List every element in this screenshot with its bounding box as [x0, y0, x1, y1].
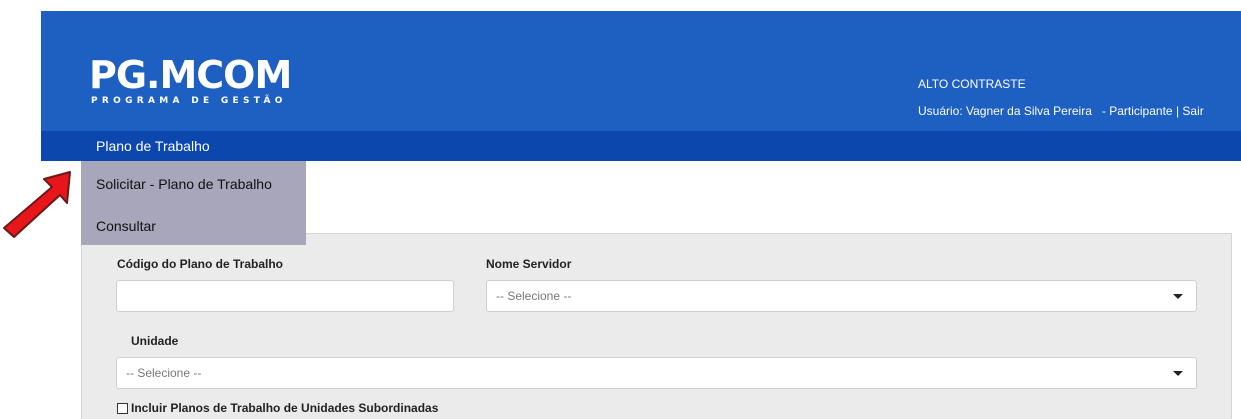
- unidade-label: Unidade: [131, 334, 179, 348]
- codigo-label: Código do Plano de Trabalho: [117, 257, 284, 271]
- menu-item-consultar[interactable]: Consultar: [96, 218, 156, 234]
- red-pointer-arrow-icon: [3, 171, 71, 238]
- caret-down-icon: [1173, 371, 1183, 376]
- user-name: Usuário: Vagner da Silva Pereira: [918, 104, 1092, 118]
- separator: |: [1175, 104, 1180, 118]
- logo-title: PG.MCOM: [89, 53, 292, 97]
- user-role: - Participante: [1101, 104, 1173, 118]
- menu-item-solicitar[interactable]: Solicitar - Plano de Trabalho: [96, 176, 272, 192]
- unidade-select-value: -- Selecione --: [126, 366, 202, 380]
- logo-subtitle: PROGRAMA DE GESTÃO: [91, 96, 287, 106]
- unidade-select[interactable]: -- Selecione --: [116, 357, 1197, 389]
- subordinate-units-option: Incluir Planos de Trabalho de Unidades S…: [117, 401, 438, 415]
- main-nav: Plano de Trabalho: [41, 131, 1241, 161]
- codigo-input[interactable]: [116, 280, 454, 312]
- nav-dropdown-menu: Solicitar - Plano de Trabalho Consultar: [81, 161, 306, 245]
- subordinate-units-label[interactable]: Incluir Planos de Trabalho de Unidades S…: [131, 401, 438, 415]
- caret-down-icon: [1173, 294, 1183, 299]
- servidor-select-value: -- Selecione --: [496, 289, 572, 303]
- logout-link[interactable]: Sair: [1182, 104, 1203, 118]
- app-logo[interactable]: PG.MCOM PROGRAMA DE GESTÃO: [89, 53, 292, 107]
- servidor-label: Nome Servidor: [486, 257, 572, 271]
- subordinate-units-checkbox[interactable]: [117, 402, 128, 414]
- user-info: Usuário: Vagner da Silva Pereira - Parti…: [918, 104, 1204, 118]
- servidor-select[interactable]: -- Selecione --: [486, 280, 1197, 312]
- high-contrast-link[interactable]: ALTO CONTRASTE: [918, 77, 1026, 91]
- app-header: PG.MCOM PROGRAMA DE GESTÃO ALTO CONTRAST…: [41, 11, 1241, 131]
- nav-plano-de-trabalho[interactable]: Plano de Trabalho: [96, 138, 210, 154]
